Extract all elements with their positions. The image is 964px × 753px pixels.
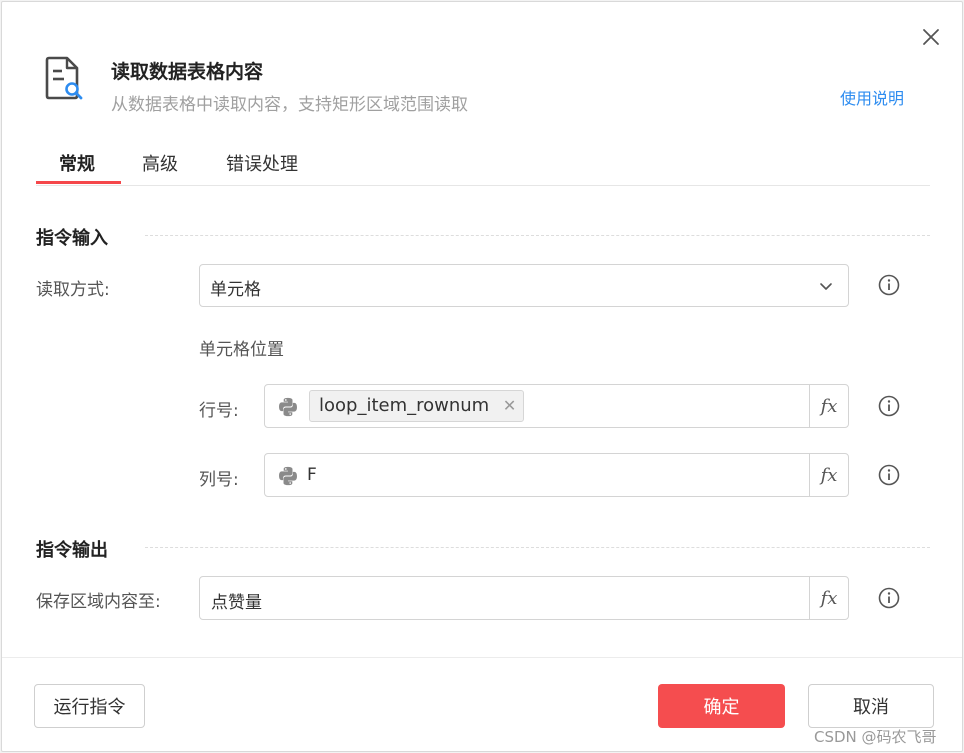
tab-error-handling[interactable]: 错误处理 (226, 150, 298, 176)
cancel-button[interactable]: 取消 (808, 684, 934, 728)
variable-tag: loop_item_rownum ✕ (309, 390, 525, 422)
fx-icon[interactable]: fx (809, 577, 848, 619)
column-value: F (307, 465, 317, 485)
row-label: 行号: (199, 401, 239, 421)
watermark: CSDN @码农飞哥 (814, 728, 937, 746)
active-tab-indicator (36, 181, 121, 184)
help-link[interactable]: 使用说明 (840, 85, 904, 109)
info-icon[interactable] (877, 586, 901, 610)
save-to-value: 点赞量 (211, 593, 262, 613)
info-icon[interactable] (877, 394, 901, 418)
chevron-down-icon (820, 283, 832, 290)
confirm-button[interactable]: 确定 (658, 684, 785, 728)
variable-tag-label: loop_item_rownum (319, 395, 490, 416)
document-search-icon (45, 56, 83, 100)
cell-position-label: 单元格位置 (199, 340, 284, 360)
read-mode-value: 单元格 (210, 280, 261, 300)
tab-general[interactable]: 常规 (59, 150, 95, 176)
output-section-title: 指令输出 (36, 540, 108, 561)
dialog-title: 读取数据表格内容 (111, 61, 264, 83)
tag-close-icon[interactable]: ✕ (503, 391, 516, 421)
read-mode-select[interactable]: 单元格 (199, 264, 849, 307)
close-icon[interactable] (920, 26, 942, 48)
input-section-title: 指令输入 (36, 228, 108, 249)
footer-divider (2, 657, 962, 658)
info-icon[interactable] (877, 273, 901, 297)
save-to-field[interactable]: 点赞量 fx (199, 576, 849, 620)
tab-bar: 常规 高级 错误处理 (36, 142, 930, 186)
column-label: 列号: (199, 470, 239, 490)
dialog-subtitle: 从数据表格中读取内容，支持矩形区域范围读取 (111, 95, 468, 115)
read-mode-label: 读取方式: (36, 280, 110, 300)
run-command-button[interactable]: 运行指令 (34, 684, 145, 728)
info-icon[interactable] (877, 463, 901, 487)
save-to-label: 保存区域内容至: (36, 592, 161, 612)
section-divider (145, 547, 930, 548)
read-table-dialog: 读取数据表格内容 从数据表格中读取内容，支持矩形区域范围读取 使用说明 常规 高… (1, 1, 963, 752)
column-field[interactable]: F fx (264, 453, 849, 497)
fx-icon[interactable]: fx (809, 385, 848, 427)
row-field[interactable]: loop_item_rownum ✕ fx (264, 384, 849, 428)
python-icon (279, 466, 297, 486)
python-icon (279, 397, 297, 417)
fx-icon[interactable]: fx (809, 454, 848, 496)
tab-advanced[interactable]: 高级 (142, 150, 178, 176)
section-divider (145, 235, 930, 236)
